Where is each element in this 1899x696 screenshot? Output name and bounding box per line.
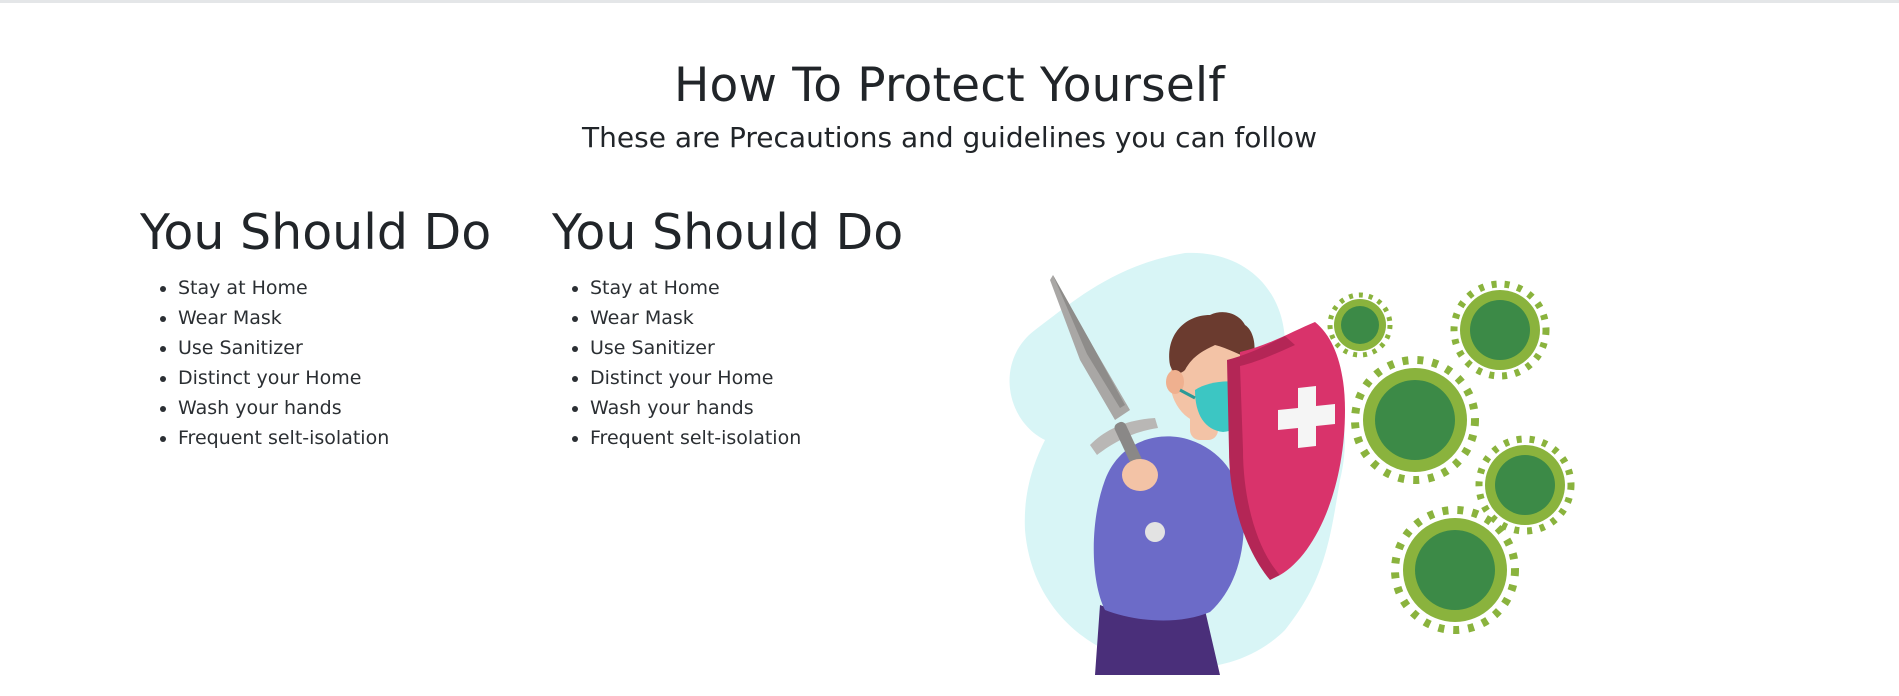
section-header: How To Protect Yourself These are Precau… bbox=[0, 54, 1899, 156]
precautions-list: Stay at Home Wear Mask Use Sanitizer Dis… bbox=[140, 273, 530, 453]
list-item: Stay at Home bbox=[590, 273, 942, 303]
list-item: Use Sanitizer bbox=[590, 333, 942, 363]
precautions-column-2: You Should Do Stay at Home Wear Mask Use… bbox=[552, 200, 942, 453]
column-heading: You Should Do bbox=[552, 204, 904, 261]
virus-icon bbox=[1327, 292, 1393, 358]
list-item: Use Sanitizer bbox=[178, 333, 530, 363]
sword-pommel bbox=[1145, 522, 1165, 542]
list-item: Wash your hands bbox=[178, 393, 530, 423]
shirt bbox=[1093, 436, 1244, 621]
page-title: How To Protect Yourself bbox=[674, 58, 1225, 113]
man-with-shield-illustration-icon bbox=[1009, 252, 1575, 675]
page-subtitle: These are Precautions and guidelines you… bbox=[582, 121, 1317, 154]
hand bbox=[1122, 459, 1158, 491]
virus-icon bbox=[1391, 506, 1519, 634]
top-divider bbox=[0, 0, 1899, 3]
virus-icon bbox=[1351, 356, 1479, 484]
list-item: Wash your hands bbox=[590, 393, 942, 423]
protection-illustration bbox=[995, 250, 1595, 675]
precautions-column-1: You Should Do Stay at Home Wear Mask Use… bbox=[140, 200, 530, 453]
list-item: Wear Mask bbox=[590, 303, 942, 333]
list-item: Wear Mask bbox=[178, 303, 530, 333]
precautions-list: Stay at Home Wear Mask Use Sanitizer Dis… bbox=[552, 273, 942, 453]
list-item: Distinct your Home bbox=[178, 363, 530, 393]
virus-icon bbox=[1450, 280, 1550, 380]
list-item: Stay at Home bbox=[178, 273, 530, 303]
list-item: Frequent selt-isolation bbox=[178, 423, 530, 453]
list-item: Distinct your Home bbox=[590, 363, 942, 393]
list-item: Frequent selt-isolation bbox=[590, 423, 942, 453]
column-heading: You Should Do bbox=[140, 204, 492, 261]
virus-icon bbox=[1475, 435, 1575, 535]
